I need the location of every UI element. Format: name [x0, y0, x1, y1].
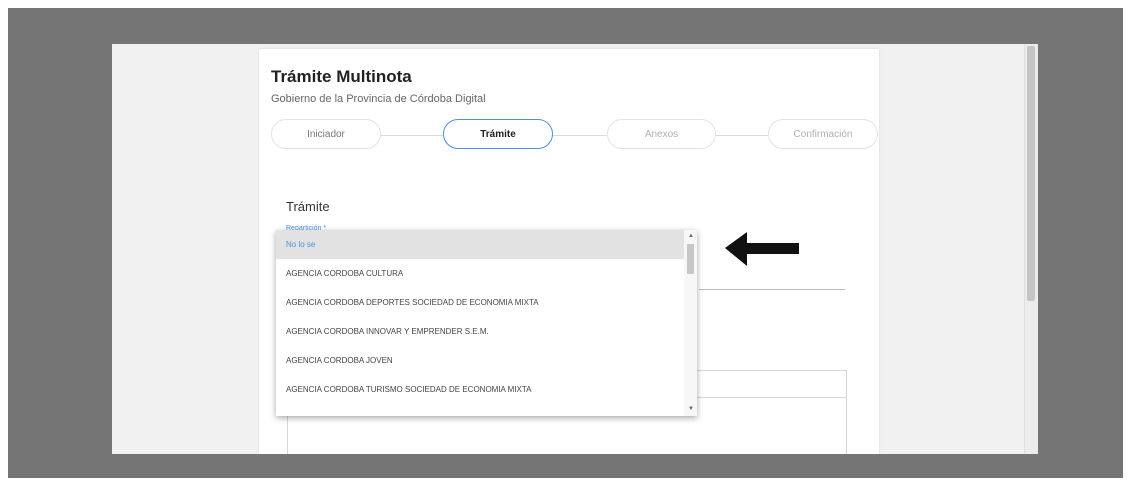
- left-arrow-icon: [725, 232, 799, 266]
- option-label: AGENCIA CORDOBA INNOVAR Y EMPRENDER S.E.…: [286, 327, 489, 336]
- dropdown-option[interactable]: AGENCIA CORDOBA INNOVAR Y EMPRENDER S.E.…: [276, 317, 684, 346]
- dropdown-option[interactable]: AGENCIA CORDOBA JOVEN: [276, 346, 684, 375]
- step-tramite[interactable]: Trámite: [443, 119, 553, 149]
- dropdown-option[interactable]: AGENCIA CORDOBA CULTURA: [276, 259, 684, 288]
- step-iniciador[interactable]: Iniciador: [271, 119, 381, 149]
- step-connector: [716, 135, 768, 136]
- page-scrollbar[interactable]: [1024, 44, 1038, 454]
- dropdown-option[interactable]: No lo se: [276, 230, 684, 259]
- option-label: AGENCIA CORDOBA DEPORTES SOCIEDAD DE ECO…: [286, 298, 539, 307]
- step-anexos[interactable]: Anexos: [607, 119, 716, 149]
- page-scrollbar-thumb[interactable]: [1027, 46, 1035, 301]
- dropdown-option[interactable]: AGENCIA CORDOBA TURISMO SOCIEDAD DE ECON…: [276, 375, 684, 404]
- step-label: Iniciador: [307, 128, 345, 140]
- page-title: Trámite Multinota: [271, 67, 412, 86]
- step-connector: [553, 135, 607, 136]
- step-label: Confirmación: [793, 128, 853, 140]
- chevron-up-icon[interactable]: ▲: [688, 233, 694, 239]
- reparticion-dropdown-list[interactable]: No lo se AGENCIA CORDOBA CULTURA AGENCIA…: [276, 230, 697, 416]
- step-confirmacion[interactable]: Confirmación: [768, 119, 878, 149]
- option-label: No lo se: [286, 240, 316, 249]
- step-connector: [381, 135, 443, 136]
- stepper: Iniciador Trámite Anexos Confirmación: [271, 119, 878, 151]
- chevron-down-icon[interactable]: ▼: [688, 406, 694, 412]
- step-label: Anexos: [644, 128, 679, 140]
- dropdown-scrollbar[interactable]: ▲ ▼: [684, 230, 697, 416]
- option-label: AGENCIA CORDOBA CULTURA: [286, 269, 404, 278]
- dropdown-scrollbar-thumb[interactable]: [687, 244, 694, 274]
- dropdown-option[interactable]: AGENCIA CORDOBA DEPORTES SOCIEDAD DE ECO…: [276, 288, 684, 317]
- option-label: AGENCIA CORDOBA JOVEN: [286, 356, 393, 365]
- page-subtitle: Gobierno de la Provincia de Córdoba Digi…: [271, 93, 486, 105]
- select-underline: [699, 289, 845, 290]
- step-label: Trámite: [480, 128, 516, 140]
- browser-viewport: Trámite Multinota Gobierno de la Provinc…: [112, 44, 1038, 454]
- section-title: Trámite: [286, 199, 330, 214]
- option-label: AGENCIA CORDOBA TURISMO SOCIEDAD DE ECON…: [286, 385, 532, 394]
